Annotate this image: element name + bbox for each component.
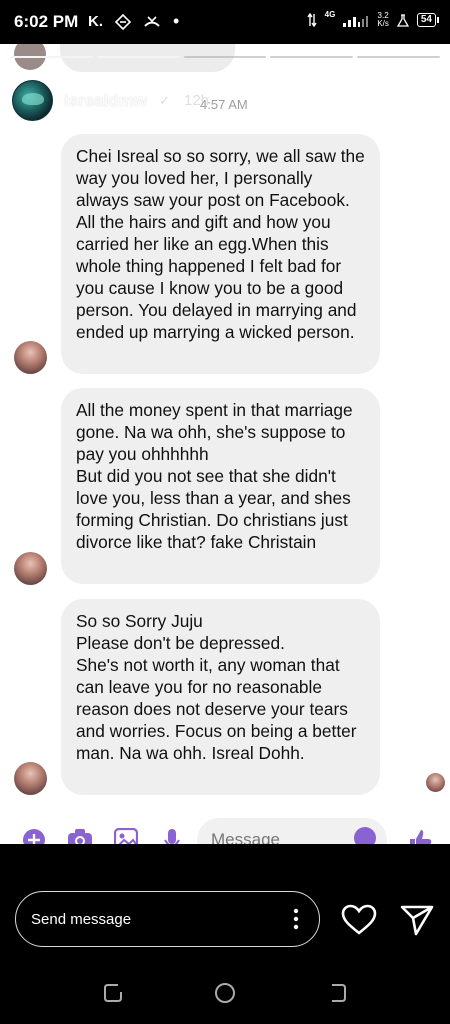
story-reply-bar: Send message — [0, 844, 450, 954]
home-icon[interactable] — [214, 982, 236, 1004]
progress-segment — [270, 56, 354, 58]
message-placeholder: Message — [211, 830, 280, 844]
status-time: 6:02 PM — [14, 12, 79, 31]
notification-icons: K. • — [88, 11, 179, 32]
send-message-input[interactable]: Send message — [15, 891, 320, 947]
microphone-icon[interactable] — [163, 828, 181, 844]
message-bubble: Chei Isreal so so sorry, we all saw the … — [61, 134, 380, 374]
sender-avatar — [14, 762, 47, 795]
dot-indicator: • — [173, 11, 180, 31]
emoji-icon[interactable] — [354, 827, 376, 844]
heart-icon[interactable] — [341, 904, 377, 936]
k-app-icon: K. — [88, 13, 103, 30]
like-icon[interactable] — [407, 828, 433, 844]
send-icon[interactable] — [400, 904, 434, 936]
verified-badge-icon: ✓ — [155, 91, 174, 110]
message-timestamp: 4:57 AM — [200, 97, 248, 112]
data-saver-icon — [115, 13, 131, 30]
recent-apps-icon[interactable] — [102, 982, 124, 1004]
network-speed: 3.2 K/s — [377, 11, 389, 28]
close-icon[interactable] — [408, 84, 436, 112]
battery-indicator: 54 — [416, 13, 440, 27]
progress-segment — [357, 56, 440, 58]
story-progress — [10, 56, 440, 58]
more-options-icon[interactable] — [293, 908, 299, 930]
seen-avatar — [426, 773, 445, 792]
flask-icon — [396, 13, 409, 27]
status-right-icons: 4G 3.2 K/s 54 — [307, 9, 440, 28]
sender-avatar — [14, 341, 47, 374]
previous-message-bubble — [60, 44, 235, 72]
data-arrows-icon — [307, 13, 317, 27]
story-owner-name[interactable]: isrealdmw — [64, 91, 147, 111]
sender-avatar — [14, 552, 47, 585]
progress-segment — [96, 56, 180, 58]
system-navigation-bar — [0, 960, 450, 1024]
network-type: 4G — [324, 9, 336, 19]
signal-icon — [343, 16, 369, 27]
story-owner-avatar[interactable] — [12, 80, 53, 121]
story-view[interactable]: isrealdmw ✓ 12h 4:57 AM Chei Isreal so s… — [0, 44, 450, 844]
back-icon[interactable] — [326, 982, 348, 1004]
story-header: isrealdmw ✓ 12h 4:57 AM — [0, 80, 450, 124]
message-bubble: So so Sorry Juju Please don't be depress… — [61, 599, 380, 795]
status-bar: 6:02 PM K. • 4G 3.2 K/s 54 — [0, 0, 450, 44]
add-icon[interactable] — [22, 828, 46, 844]
progress-segment — [10, 56, 93, 58]
message-bubble: All the money spent in that marriage gon… — [61, 388, 380, 584]
message-input[interactable]: Message — [197, 818, 387, 844]
send-message-placeholder: Send message — [31, 911, 132, 928]
progress-segment — [183, 56, 267, 58]
gallery-icon[interactable] — [114, 828, 138, 844]
missed-call-icon — [144, 15, 160, 27]
message-composer: Message — [0, 818, 450, 844]
camera-icon[interactable] — [67, 828, 93, 844]
